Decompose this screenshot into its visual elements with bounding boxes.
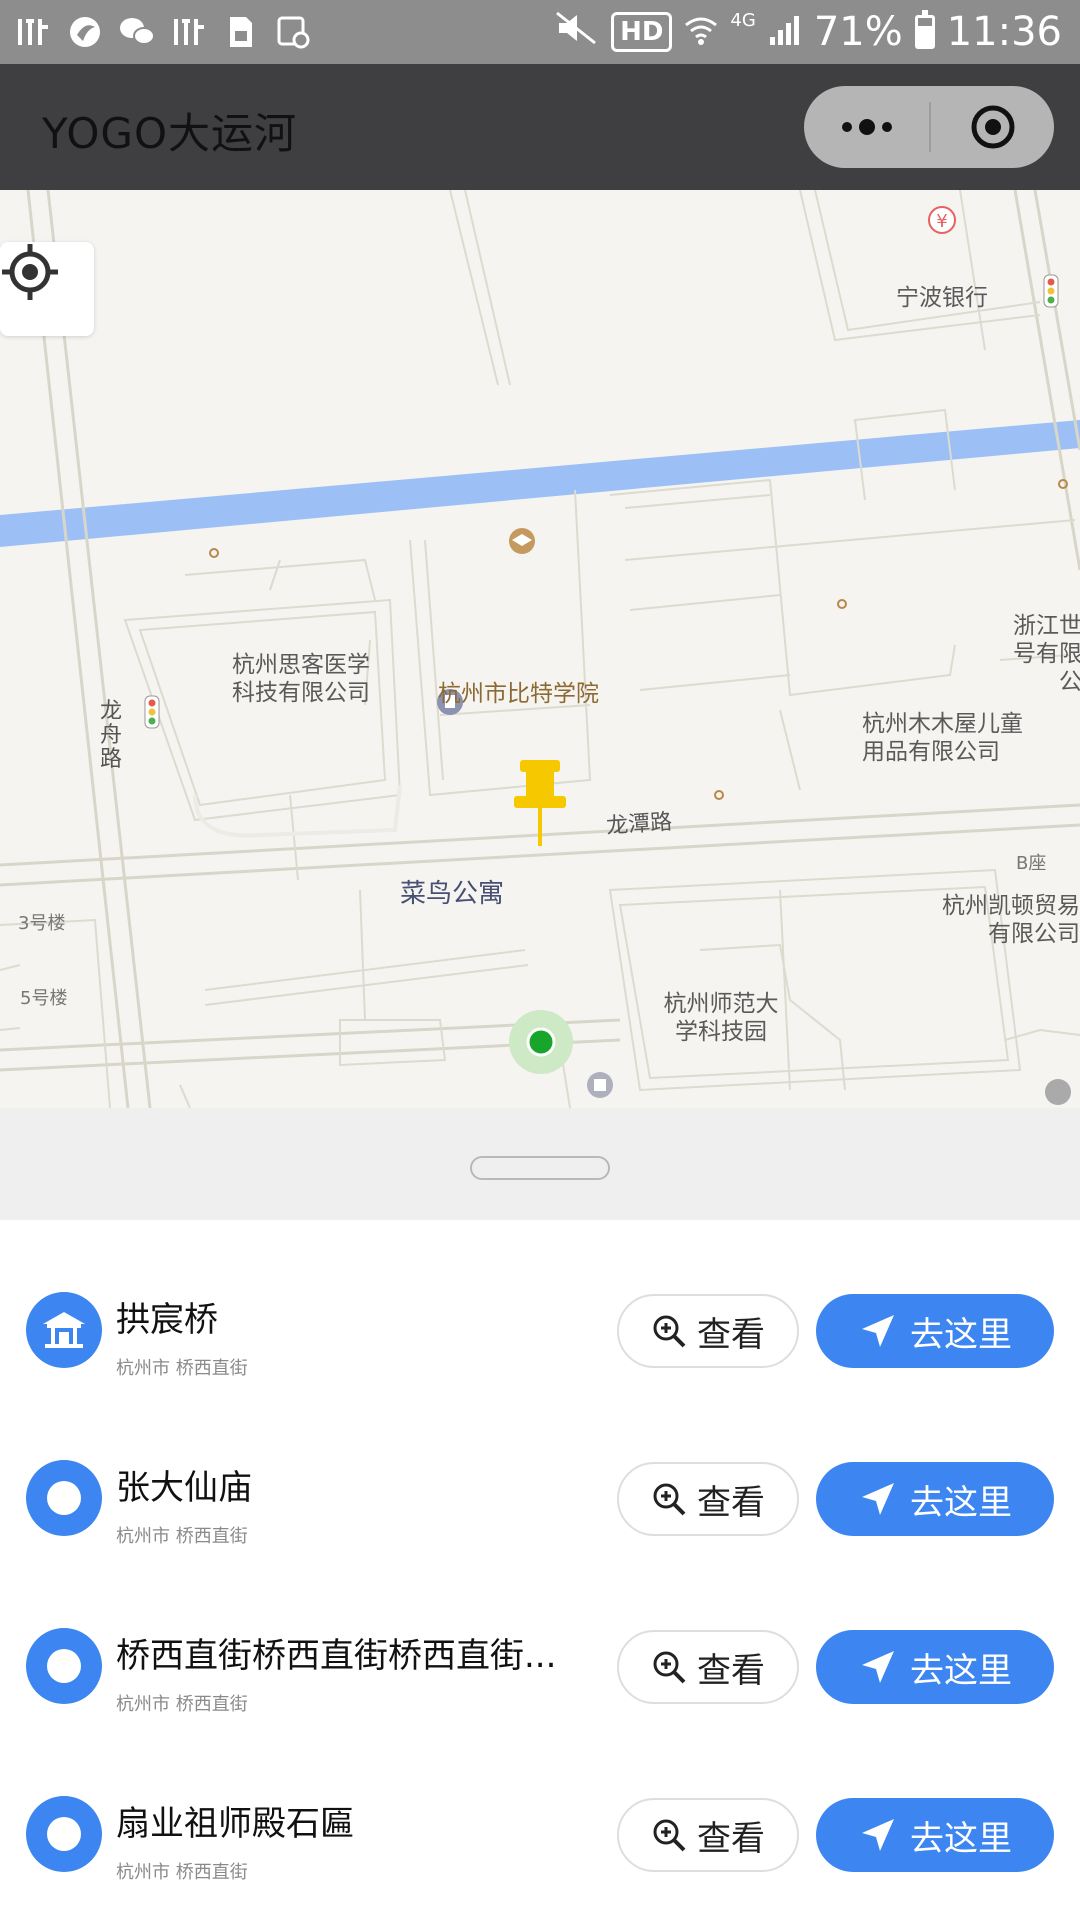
pavilion-icon bbox=[26, 1292, 102, 1368]
view-button[interactable]: 查看 bbox=[617, 1798, 799, 1872]
poi-name: 拱宸桥 bbox=[116, 1300, 218, 1340]
navigate-button[interactable]: 去这里 bbox=[816, 1630, 1054, 1704]
close-button[interactable] bbox=[931, 86, 1054, 168]
poi-address: 杭州市 桥西直街 bbox=[116, 1526, 248, 1547]
traffic-light-icon bbox=[144, 695, 160, 729]
navigate-label: 去这里 bbox=[910, 1314, 1012, 1355]
battery-icon bbox=[914, 10, 935, 49]
view-label: 查看 bbox=[697, 1314, 765, 1355]
map-label-mumuwu: 杭州木木屋儿童用品有限公司 bbox=[862, 711, 1023, 765]
map-label-zhejiang: 浙江世号有限公 bbox=[1013, 613, 1080, 695]
view-button[interactable]: 查看 bbox=[617, 1630, 799, 1704]
locate-crosshair-icon bbox=[2, 244, 58, 300]
zoom-in-icon bbox=[653, 1483, 686, 1516]
list-item[interactable]: 拱宸桥 杭州市 桥西直街 查看 去这里 bbox=[0, 1220, 1080, 1388]
gallery-icon bbox=[274, 13, 312, 51]
poi-name: 扇业祖师殿石匾 bbox=[116, 1804, 354, 1844]
network-type: 4G bbox=[730, 10, 756, 31]
map-label-building-3: 3号楼 bbox=[18, 913, 66, 934]
wechat-icon bbox=[118, 13, 156, 51]
dot-icon bbox=[26, 1796, 102, 1872]
wifi-icon bbox=[684, 9, 718, 55]
map-label-cainiao: 菜鸟公寓 bbox=[400, 879, 505, 909]
list-item[interactable]: 扇业祖师殿石匾 杭州市 桥西直街 查看 去这里 bbox=[0, 1724, 1080, 1892]
close-target-icon bbox=[971, 105, 1014, 149]
page-title: YOGO大运河 bbox=[42, 109, 298, 158]
more-dots-icon bbox=[841, 119, 892, 135]
road-label-longtan: 龙潭路 bbox=[605, 809, 673, 840]
poi-address: 杭州市 桥西直街 bbox=[116, 1694, 248, 1715]
locate-button[interactable] bbox=[0, 242, 94, 336]
map-label-ningbo-bank: 宁波银行 bbox=[896, 285, 988, 311]
navigate-label: 去这里 bbox=[910, 1650, 1012, 1691]
zoom-in-icon bbox=[653, 1651, 686, 1684]
poi-list: 拱宸桥 杭州市 桥西直街 查看 去这里 张大仙庙 杭州市 桥西直街 查看 去这里… bbox=[0, 1220, 1080, 1892]
mute-icon bbox=[555, 9, 599, 55]
listen-app-icon bbox=[170, 13, 208, 51]
drawer-header[interactable] bbox=[0, 1108, 1080, 1220]
navigation-arrow-icon bbox=[862, 1651, 894, 1683]
navigation-arrow-icon bbox=[862, 1819, 894, 1851]
mini-program-capsule bbox=[804, 86, 1054, 168]
more-button[interactable] bbox=[804, 86, 929, 168]
navigate-button[interactable]: 去这里 bbox=[816, 1462, 1054, 1536]
map-label-kaidun: 杭州凯顿贸易有限公司 bbox=[942, 893, 1080, 947]
browser-icon bbox=[66, 13, 104, 51]
status-bar: HD 4G 71% 11:36 bbox=[0, 0, 1080, 64]
map-view[interactable]: ¥ 宁波银行 杭州思客医学科技有限公司 杭州市比特学院 浙江世号有限公 杭州木木… bbox=[0, 190, 1080, 1108]
zoom-in-icon bbox=[653, 1819, 686, 1852]
signal-icon bbox=[768, 9, 802, 55]
map-label-bite-college: 杭州市比特学院 bbox=[438, 681, 599, 707]
dot-icon bbox=[26, 1460, 102, 1536]
poi-name: 桥西直街桥西直街桥西直街... bbox=[116, 1636, 557, 1676]
traffic-light-icon bbox=[1043, 274, 1059, 308]
clock: 11:36 bbox=[946, 9, 1062, 55]
map-label-sike: 杭州思客医学科技有限公司 bbox=[232, 652, 370, 706]
view-label: 查看 bbox=[697, 1482, 765, 1523]
navigate-button[interactable]: 去这里 bbox=[816, 1294, 1054, 1368]
view-button[interactable]: 查看 bbox=[617, 1294, 799, 1368]
dot-icon bbox=[26, 1628, 102, 1704]
status-right: HD 4G 71% 11:36 bbox=[555, 8, 1062, 56]
map-label-building-5: 5号楼 bbox=[20, 988, 68, 1009]
map-label-normal-univ: 杭州师范大学科技园 bbox=[663, 991, 779, 1045]
map-label-b-building: B座 bbox=[1016, 853, 1047, 874]
navigation-arrow-icon bbox=[862, 1483, 894, 1515]
road-label-longzhou: 龙舟路 bbox=[100, 699, 123, 772]
status-left-icons bbox=[14, 10, 312, 54]
sim-icon bbox=[222, 13, 260, 51]
wrench-icon bbox=[1045, 1079, 1071, 1105]
title-bar: YOGO大运河 bbox=[0, 64, 1080, 190]
navigate-label: 去这里 bbox=[910, 1482, 1012, 1523]
listen-app-icon bbox=[14, 13, 52, 51]
view-label: 查看 bbox=[697, 1650, 765, 1691]
zoom-in-icon bbox=[653, 1315, 686, 1348]
poi-address: 杭州市 桥西直街 bbox=[116, 1358, 248, 1379]
list-item[interactable]: 张大仙庙 杭州市 桥西直街 查看 去这里 bbox=[0, 1388, 1080, 1556]
map-roads: ¥ bbox=[0, 190, 1080, 1108]
river bbox=[0, 420, 1080, 547]
navigate-button[interactable]: 去这里 bbox=[816, 1798, 1054, 1872]
navigate-label: 去这里 bbox=[910, 1818, 1012, 1859]
view-button[interactable]: 查看 bbox=[617, 1462, 799, 1536]
svg-text:¥: ¥ bbox=[936, 211, 947, 232]
navigation-arrow-icon bbox=[862, 1315, 894, 1347]
current-location-dot bbox=[526, 1027, 556, 1057]
poi-address: 杭州市 桥西直街 bbox=[116, 1862, 248, 1883]
battery-percent: 71% bbox=[813, 9, 903, 55]
drawer-drag-handle[interactable] bbox=[470, 1156, 610, 1180]
list-item[interactable]: 桥西直街桥西直街桥西直街... 杭州市 桥西直街 查看 去这里 bbox=[0, 1556, 1080, 1724]
view-label: 查看 bbox=[697, 1818, 765, 1859]
poi-name: 张大仙庙 bbox=[116, 1468, 252, 1508]
hd-badge: HD bbox=[611, 12, 673, 52]
